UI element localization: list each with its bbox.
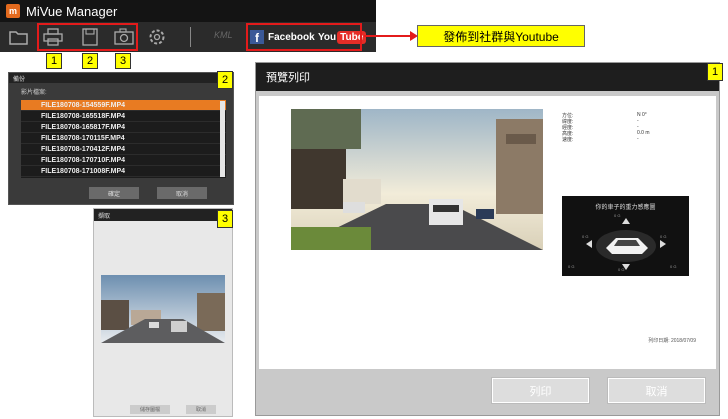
annotation-number-3-dialog: 3	[217, 210, 233, 228]
print-date: 列印日期: 2018/07/09	[648, 338, 696, 344]
annotation-number-2: 2	[82, 53, 98, 69]
print-dialog-title: 預覽列印	[256, 63, 719, 91]
toolbar-separator	[190, 27, 191, 47]
print-preview-dialog: 預覽列印 方位: N 0° 緯度: - 經度: - 高度: 0.0 m 速度: …	[255, 62, 720, 416]
gauge-label: 0 G	[660, 234, 667, 239]
annotation-number-1-dialog: 1	[707, 63, 723, 81]
list-item[interactable]: FILE180708-165817F.MP4	[21, 122, 226, 133]
g-sensor-caption: 你的車子的重力感應圖	[595, 205, 656, 211]
backup-dialog-subtitle: 影片檔案:	[21, 90, 47, 96]
highlight-tool-group	[37, 23, 138, 51]
list-item[interactable]: FILE180708-165518F.MP4	[21, 111, 226, 122]
snapshot-preview-image	[101, 275, 225, 343]
list-item[interactable]: FILE180708-154559F.MP4	[21, 100, 226, 111]
print-preview-page: 方位: N 0° 緯度: - 經度: - 高度: 0.0 m 速度: - 你的車…	[259, 96, 716, 369]
gauge-label: 0 G	[618, 267, 625, 272]
print-cancel-button[interactable]: 取消	[608, 378, 705, 403]
g-sensor-panel: 你的車子的重力感應圖 0 G 0 G 0 G 0 G 0 G 0 G	[562, 196, 689, 276]
highlight-social-group	[246, 23, 362, 51]
list-item[interactable]: FILE180708-170710F.MP4	[21, 155, 226, 166]
video-frame-image	[291, 109, 543, 250]
backup-dialog-title: 備份	[9, 73, 233, 83]
gear-icon	[149, 29, 165, 45]
print-button[interactable]: 列印	[492, 378, 589, 403]
list-item[interactable]: FILE180708-170115F.MP4	[21, 133, 226, 144]
gauge-label: 0 G	[568, 264, 575, 269]
callout-arrow	[364, 35, 412, 37]
snapshot-save-button[interactable]: 儲存圖檔	[130, 405, 170, 414]
list-scrollbar[interactable]	[220, 101, 225, 177]
snapshot-dialog-title: 擷取	[94, 209, 232, 221]
car-icon	[586, 218, 666, 270]
backup-cancel-button[interactable]: 取消	[157, 187, 207, 199]
gauge-label: 0 G	[614, 213, 621, 218]
backup-dialog: 備份 影片檔案: FILE180708-154559F.MP4 FILE1807…	[8, 72, 234, 205]
backup-ok-button[interactable]: 確定	[89, 187, 139, 199]
gauge-label: 0 G	[670, 264, 677, 269]
annotation-number-3: 3	[115, 53, 131, 69]
title-bar: m MiVue Manager	[0, 0, 376, 22]
folder-icon	[9, 31, 28, 45]
annotation-number-1: 1	[46, 53, 62, 69]
snapshot-dialog: 擷取 儲存圖檔 取消	[93, 208, 233, 417]
app-title: MiVue Manager	[26, 3, 118, 19]
list-item[interactable]: FILE180708-170412F.MP4	[21, 144, 226, 155]
mivue-logo-icon: m	[6, 4, 20, 18]
kml-button[interactable]: KML	[214, 30, 233, 40]
info-label: 速度:	[562, 137, 574, 143]
callout-label: 發佈到社群與Youtube	[417, 25, 585, 47]
file-list[interactable]: FILE180708-154559F.MP4 FILE180708-165518…	[21, 100, 226, 178]
snapshot-cancel-button[interactable]: 取消	[186, 405, 216, 414]
list-item[interactable]: FILE180708-171008F.MP4	[21, 166, 226, 177]
settings-button[interactable]	[146, 27, 168, 47]
gauge-label: 0 G	[582, 234, 589, 239]
open-folder-button[interactable]	[8, 27, 30, 47]
annotation-number-2-dialog: 2	[217, 71, 233, 89]
info-value: -	[637, 136, 639, 142]
